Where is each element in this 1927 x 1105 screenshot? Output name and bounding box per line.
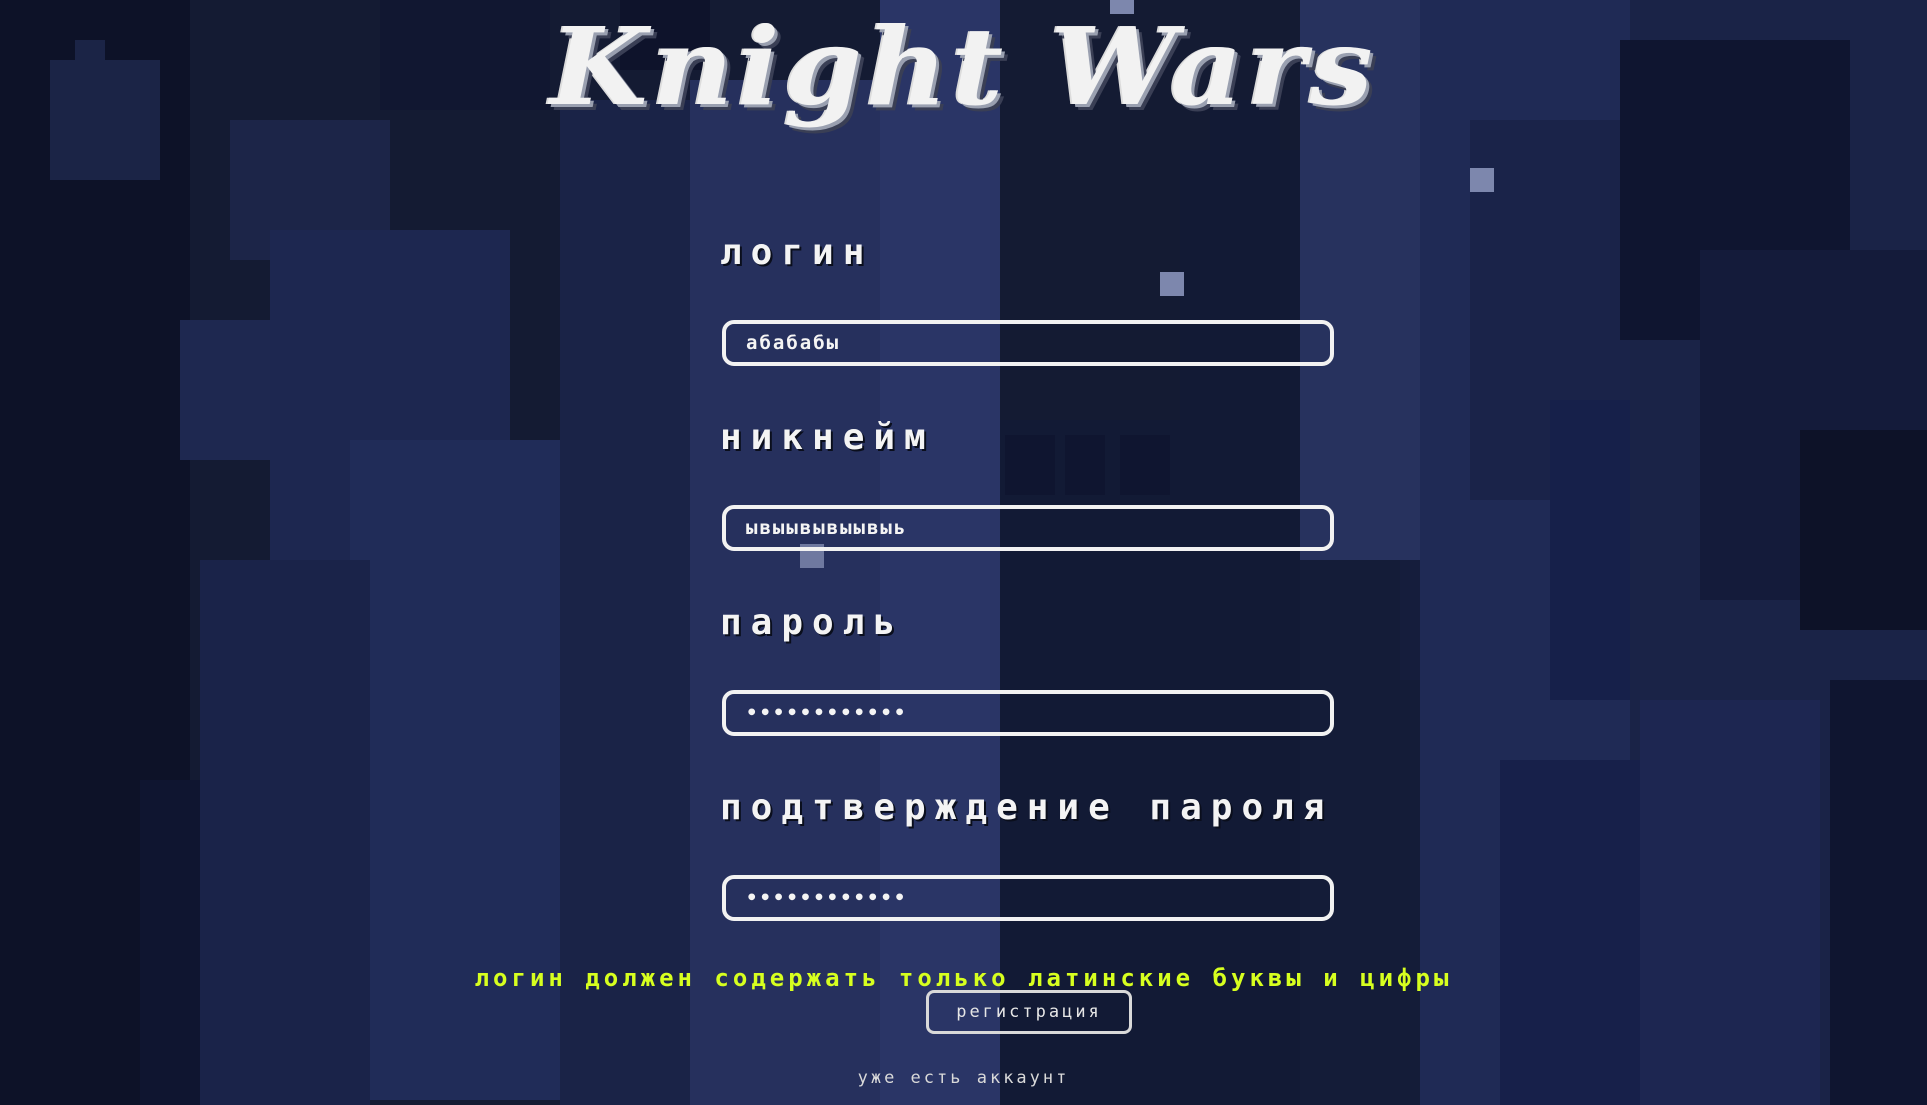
password-input[interactable] (722, 690, 1334, 736)
confirm-password-label: подтверждение пароля (720, 787, 1334, 828)
game-title: Knight Wars (0, 0, 1927, 133)
nickname-label: никнейм (720, 417, 935, 458)
register-button[interactable]: регистрация (926, 990, 1132, 1034)
have-account-link[interactable]: уже есть аккаунт (0, 1068, 1927, 1088)
password-label: пароль (720, 602, 905, 643)
pixel-art-background (0, 0, 1927, 1105)
confirm-password-input[interactable] (722, 875, 1334, 921)
game-title-text: Knight Wars (550, 5, 1377, 130)
nickname-input[interactable] (722, 505, 1334, 551)
login-label: логин (720, 232, 874, 273)
login-input[interactable] (722, 320, 1334, 366)
error-message: логин должен содержать только латинские … (474, 964, 1453, 992)
